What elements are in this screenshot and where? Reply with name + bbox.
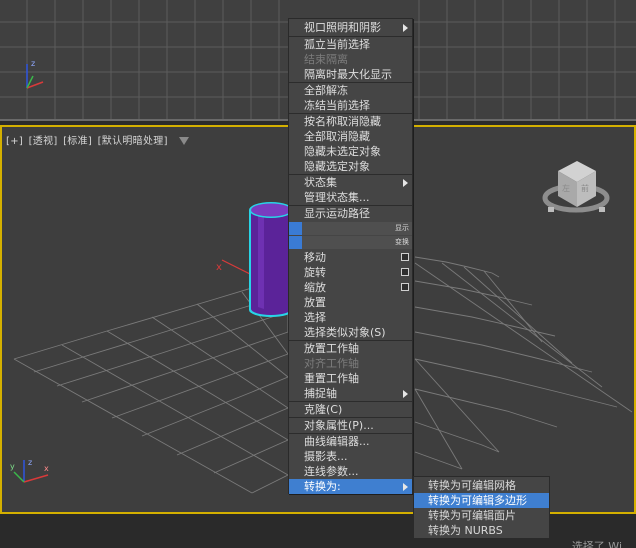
- menu-item-unhide-all[interactable]: 全部取消隐藏: [289, 129, 412, 144]
- menu-item-select[interactable]: 选择: [289, 310, 412, 325]
- quad-color-swatch: [289, 236, 302, 249]
- options-box-icon[interactable]: [401, 268, 409, 276]
- submenu-arrow-icon: [403, 24, 408, 32]
- viewcube-icon[interactable]: 左 前: [542, 161, 610, 213]
- menu-item-viewport-lighting[interactable]: 视口照明和阴影: [289, 20, 412, 35]
- viewcube-front-label: 前: [581, 183, 589, 193]
- menu-item-freeze-selection[interactable]: 冻结当前选择: [289, 98, 412, 113]
- menu-item-curve-editor[interactable]: 曲线编辑器...: [289, 434, 412, 449]
- menu-item-align-working-pivot[interactable]: 对齐工作轴: [289, 356, 412, 371]
- quad-tag-display: 显示: [289, 222, 412, 235]
- menu-item-isolate-selection[interactable]: 孤立当前选择: [289, 37, 412, 52]
- submenu-arrow-icon: [403, 179, 408, 187]
- menu-item-object-properties[interactable]: 对象属性(P)...: [289, 418, 412, 433]
- menu-item-hide-unselected[interactable]: 隐藏未选定对象: [289, 144, 412, 159]
- menu-item-show-motion-paths[interactable]: 显示运动路径: [289, 206, 412, 221]
- menu-item-move[interactable]: 移动: [289, 250, 412, 265]
- menu-item-maximize-isolate[interactable]: 隔离时最大化显示: [289, 67, 412, 82]
- submenu-item-editable-poly[interactable]: 转换为可编辑多边形: [414, 493, 549, 508]
- viewcube-left-label: 左: [562, 183, 570, 193]
- options-box-icon[interactable]: [401, 253, 409, 261]
- submenu-item-editable-patch[interactable]: 转换为可编辑面片: [414, 508, 549, 523]
- convert-to-submenu: 转换为可编辑网格 转换为可编辑多边形 转换为可编辑面片 转换为 NURBS: [413, 476, 550, 539]
- menu-item-reset-working-pivot[interactable]: 重置工作轴: [289, 371, 412, 386]
- menu-item-rotate[interactable]: 旋转: [289, 265, 412, 280]
- submenu-arrow-icon: [403, 390, 408, 398]
- submenu-arrow-icon: [403, 483, 408, 491]
- quad-menu: 视口照明和阴影 孤立当前选择 结束隔离 隔离时最大化显示 全部解冻 冻结当前选择…: [288, 18, 413, 494]
- svg-text:x: x: [216, 262, 222, 273]
- menu-item-dope-sheet[interactable]: 摄影表...: [289, 449, 412, 464]
- quad-color-swatch: [289, 222, 302, 235]
- menu-item-hide-selection[interactable]: 隐藏选定对象: [289, 159, 412, 174]
- menu-item-place[interactable]: 放置: [289, 295, 412, 310]
- menu-item-end-isolate[interactable]: 结束隔离: [289, 52, 412, 67]
- menu-item-unhide-by-name[interactable]: 按名称取消隐藏: [289, 114, 412, 129]
- axis-tripod-icon: z x y: [10, 458, 49, 483]
- submenu-item-nurbs[interactable]: 转换为 NURBS: [414, 523, 549, 538]
- quad-tag-transform: 变换: [289, 236, 412, 249]
- menu-item-convert-to[interactable]: 转换为:: [289, 479, 412, 494]
- menu-item-unfreeze-all[interactable]: 全部解冻: [289, 83, 412, 98]
- status-text: 选择了 Wi: [571, 540, 622, 548]
- svg-text:z: z: [28, 458, 32, 467]
- menu-item-clone[interactable]: 克隆(C): [289, 402, 412, 417]
- svg-text:y: y: [10, 462, 15, 471]
- menu-item-manage-state-sets[interactable]: 管理状态集...: [289, 190, 412, 205]
- menu-item-snap-axis[interactable]: 捕捉轴: [289, 386, 412, 401]
- options-box-icon[interactable]: [401, 283, 409, 291]
- menu-item-select-similar[interactable]: 选择类似对象(S): [289, 325, 412, 340]
- svg-text:z: z: [31, 59, 35, 68]
- top-axis-tripod-icon: z: [26, 59, 44, 89]
- selected-cylinder[interactable]: [249, 202, 293, 317]
- submenu-item-editable-mesh[interactable]: 转换为可编辑网格: [414, 478, 549, 493]
- menu-item-scale[interactable]: 缩放: [289, 280, 412, 295]
- svg-text:x: x: [44, 464, 49, 473]
- menu-item-wire-parameters[interactable]: 连线参数...: [289, 464, 412, 479]
- menu-item-state-sets[interactable]: 状态集: [289, 175, 412, 190]
- menu-item-place-working-pivot[interactable]: 放置工作轴: [289, 341, 412, 356]
